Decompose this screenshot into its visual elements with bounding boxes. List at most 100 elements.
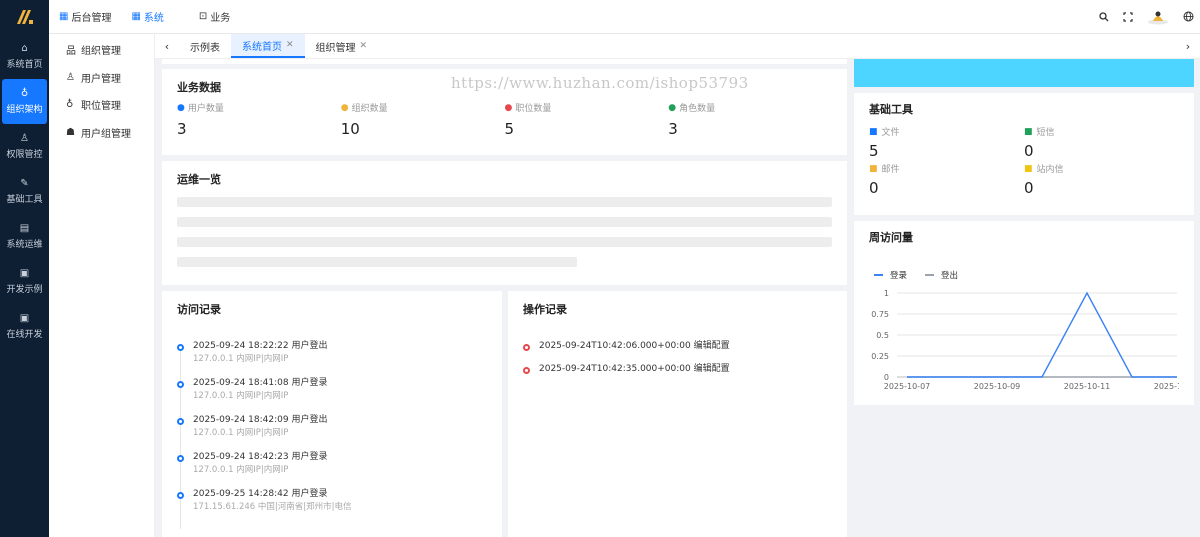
submenu-item-label: 用户组管理	[81, 128, 131, 140]
timeline-sub: 171.15.61.246 中国|河南省|郑州市|电信	[193, 502, 352, 512]
top-actions	[1085, 9, 1200, 25]
submenu-item[interactable]: ☗ 用户组管理	[49, 119, 154, 147]
business-stat-label-row: ● 职位数量	[505, 101, 669, 115]
rail-item[interactable]: ♙ 权限管控	[0, 124, 49, 169]
submenu-item-label: 用户管理	[81, 73, 121, 85]
y-tick-label: 0	[884, 373, 889, 382]
file-icon: ■	[869, 126, 878, 137]
org-tree-icon: ♁	[20, 88, 29, 99]
rail-item-label: 系统首页	[6, 60, 43, 70]
legend-item[interactable]: 登录	[874, 269, 907, 281]
grid-icon: ▦	[131, 11, 141, 22]
tool-stat[interactable]: ■ 短信 0	[1024, 125, 1179, 161]
search-icon[interactable]	[1099, 11, 1109, 22]
close-icon[interactable]: ✕	[360, 41, 368, 51]
timeline-item: 2025-09-24 18:42:09 用户登出 127.0.0.1 内网IP|内…	[177, 414, 487, 455]
user-icon: ♙	[66, 71, 75, 83]
chart-title: 周访问量	[869, 231, 913, 244]
business-stat-value: 3	[177, 120, 187, 138]
business-stat-value: 3	[668, 120, 678, 138]
mail-icon: ■	[869, 163, 878, 174]
fullscreen-icon[interactable]	[1123, 11, 1133, 22]
top-nav-label: 后台管理	[71, 13, 112, 24]
page-tab[interactable]: 示例表	[179, 34, 231, 58]
close-icon[interactable]: ✕	[286, 40, 294, 50]
submenu-item-label: 职位管理	[81, 101, 121, 113]
legend-item[interactable]: 登出	[925, 269, 958, 281]
tool-stat-label-row: ■ 站内信	[1024, 162, 1179, 176]
rail-item[interactable]: ✎ 基础工具	[0, 169, 49, 214]
position-icon: ♁	[66, 99, 74, 111]
business-stat: ● 职位数量 5	[504, 101, 669, 139]
y-tick-label: 0.25	[871, 352, 889, 361]
app-logo[interactable]	[0, 0, 49, 34]
timeline-sub: 127.0.0.1 内网IP|内网IP	[193, 428, 289, 438]
timeline-main: 2025-09-25 14:28:42 用户登录	[193, 489, 328, 499]
timeline-item: 2025-09-24 18:42:23 用户登录 127.0.0.1 内网IP|内…	[177, 451, 487, 492]
skeleton-line	[177, 237, 832, 247]
ops-overview-title: 运维一览	[177, 173, 221, 186]
dashboard-content: 业务数据 ● 用户数量 3 ● 组织数量 10 ● 职位数量 5 ● 角色数量 3 运维一览 访问记录…	[155, 59, 1200, 537]
wrench-icon: ✎	[20, 178, 29, 189]
timeline-sub: 127.0.0.1 内网IP|内网IP	[193, 391, 289, 401]
tool-stat-label: 站内信	[1036, 165, 1064, 175]
page-tab[interactable]: 组织管理 ✕	[305, 34, 379, 58]
top-card-stub	[162, 59, 847, 64]
submenu-item[interactable]: ♁ 职位管理	[49, 91, 154, 119]
avatar[interactable]	[1147, 9, 1169, 25]
tool-stat-label: 邮件	[881, 165, 900, 175]
rail-item[interactable]: ▣ 开发示例	[0, 259, 49, 304]
window-icon: ▣	[19, 268, 30, 279]
square-icon: ⊡	[198, 11, 208, 22]
timeline-sub: 127.0.0.1 内网IP|内网IP	[193, 354, 289, 364]
tabs-scroll-left-icon[interactable]: ‹	[155, 34, 179, 58]
business-stat-label: 职位数量	[515, 104, 552, 114]
business-stat: ● 角色数量 3	[668, 101, 832, 139]
timeline-main: 2025-09-24 18:22:22 用户登出	[193, 341, 328, 351]
visit-records-card: 访问记录 2025-09-24 18:22:22 用户登出 127.0.0.1 内…	[162, 291, 502, 537]
tabs-scroll-right-icon[interactable]: ›	[1176, 34, 1200, 58]
usergroup-icon: ☗	[66, 126, 75, 138]
timeline-dot	[177, 492, 184, 499]
page-tab[interactable]: 系统首页 ✕	[231, 34, 305, 58]
legend-swatch	[874, 274, 883, 276]
timeline-dot	[177, 455, 184, 462]
tool-stat[interactable]: ■ 文件 5	[869, 125, 1024, 161]
top-nav-item[interactable]: ▦ 后台管理	[59, 9, 111, 24]
rail-item[interactable]: ▣ 在线开发	[0, 304, 49, 349]
rail-item[interactable]: ▤ 系统运维	[0, 214, 49, 259]
watermark: https://www.huzhan.com/ishop53793	[451, 74, 749, 92]
business-stat-label-row: ● 角色数量	[668, 101, 832, 115]
x-tick-label: 2025-10-07	[884, 382, 931, 391]
weekly-visits-card: 周访问量 登录 登出 0 0.25 0.5 0.75 1 2025-10-07 2025-10…	[854, 221, 1194, 405]
rail-item-label: 基础工具	[6, 195, 43, 205]
timeline-main: 2025-09-24T10:42:06.000+00:00 编辑配置	[539, 341, 730, 351]
x-tick-label: 2025-10-11	[1064, 382, 1111, 391]
timeline-dot	[177, 344, 184, 351]
business-stat-value: 5	[504, 120, 515, 138]
tool-stat[interactable]: ■ 邮件 0	[869, 162, 1024, 198]
rail-item[interactable]: ♁ 组织架构	[2, 79, 47, 124]
window-icon: ▣	[19, 313, 30, 324]
skeleton-line	[177, 197, 832, 207]
page-tab-label: 组织管理	[315, 42, 356, 54]
document-icon: ▤	[19, 223, 30, 234]
rail-item-label: 在线开发	[6, 330, 43, 340]
timeline-item: 2025-09-25 14:28:42 用户登录 171.15.61.246 中国…	[177, 488, 487, 529]
rail-item-label: 系统运维	[6, 240, 43, 250]
tool-stat-value: 0	[1024, 142, 1034, 160]
y-tick-label: 0.75	[871, 310, 889, 319]
tool-stat[interactable]: ■ 站内信 0	[1024, 162, 1179, 198]
business-stat-label-row: ● 用户数量	[177, 101, 341, 115]
timeline-dot	[523, 344, 530, 351]
rail-item[interactable]: ⌂ 系统首页	[0, 34, 49, 79]
tab-bar: ‹ 示例表 系统首页 ✕ 组织管理 ✕ ›	[155, 34, 1200, 59]
submenu-item[interactable]: ♙ 用户管理	[49, 64, 154, 92]
x-tick-label: 2025-10-09	[974, 382, 1021, 391]
grid-icon: ▦	[59, 11, 69, 22]
submenu-item[interactable]: 品组织管理	[49, 36, 154, 64]
language-globe-icon[interactable]	[1183, 11, 1194, 22]
user-icon: ●	[177, 102, 185, 113]
business-stat-label: 用户数量	[187, 104, 224, 114]
top-nav-item[interactable]: ▦ 系统	[131, 9, 163, 24]
